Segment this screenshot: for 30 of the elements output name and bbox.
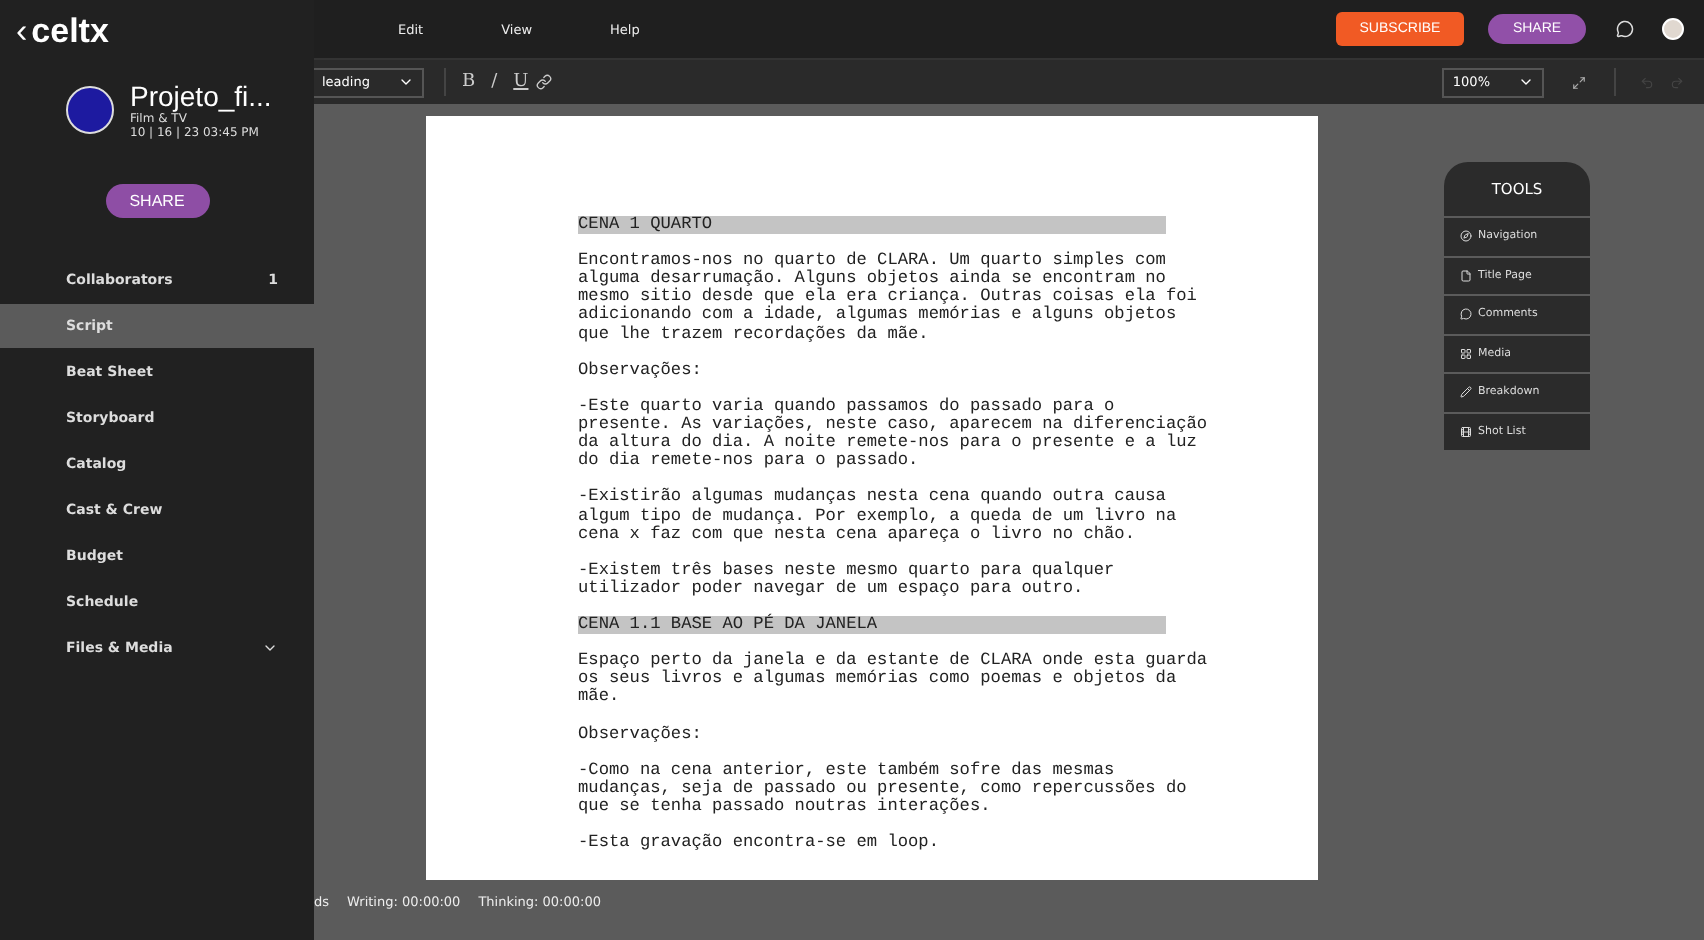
script-paragraph: Espaço perto da janela e da estante de CLARA onde esta guarda os seus livros e algumas memórias como poemas e objetos da mãe. bbox=[578, 652, 1210, 708]
media-icon bbox=[1460, 347, 1472, 360]
comment-icon[interactable] bbox=[1616, 20, 1634, 38]
user-avatar[interactable] bbox=[1662, 18, 1684, 40]
chevron-icon[interactable] bbox=[262, 640, 278, 656]
link-icon[interactable] bbox=[536, 74, 553, 90]
scene-heading: CENA 1 QUARTO bbox=[578, 216, 1166, 235]
script-paragraph: -Como na cena anterior, este também sofre das mesmas mudanças, seja de passado ou presente, como repercussões do que se tenha passado noutras interações. bbox=[578, 761, 1189, 817]
format-button[interactable]: B bbox=[461, 72, 476, 92]
script-paragraph: -Esta gravação encontra-se em loop. bbox=[578, 834, 941, 853]
expand-icon[interactable] bbox=[1572, 75, 1586, 89]
navigation-icon bbox=[1460, 230, 1472, 243]
share-button[interactable]: SHARE bbox=[105, 184, 209, 218]
logo: celtx bbox=[31, 12, 109, 52]
project-avatar bbox=[66, 86, 114, 134]
script-paragraph: Encontramos-nos no quarto de CLARA. Um quarto simples com alguma desarrumação. Alguns objetos ainda se encontram no mesmo sitio desde que ela era criança. Outras coisas ela foi adicionando com a idade, algumas memórias e alguns objetos que lhe trazem recordações da mãe. bbox=[578, 252, 1199, 344]
script-paragraph: -Existem três bases neste mesmo quarto para qualquer utilizador poder navegar de um espaço para outro. bbox=[578, 561, 1117, 598]
format-button[interactable]: U bbox=[513, 72, 529, 92]
scene-heading: CENA 1.1 BASE AO PÉ DA JANELA bbox=[578, 616, 1166, 635]
script-paragraph: Observações: bbox=[578, 725, 704, 744]
chevron-icon[interactable] bbox=[1518, 74, 1534, 90]
project-title: Projeto_fi... bbox=[130, 80, 272, 112]
comments-icon bbox=[1460, 308, 1472, 321]
script-paragraph: -Existirão algumas mudanças nesta cena quando outra causa algum tipo de mudança. Por exemplo, a queda de um livro na cena x faz com que nesta cena apareça o livro no chão. bbox=[578, 488, 1179, 544]
script-paragraph: -Este quarto varia quando passamos do passado para o presente. As variações, neste caso, aparecem na diferenciação da altura do dia. A noite remete-nos para o presente e a luz do dia remete-nos para o passado. bbox=[578, 397, 1210, 471]
format-button[interactable]: / bbox=[491, 72, 498, 92]
chevron-icon[interactable] bbox=[397, 74, 414, 90]
breakdown-icon bbox=[1460, 386, 1472, 399]
back-link[interactable]: ‹ bbox=[16, 12, 28, 52]
script-paragraph: Observações: bbox=[578, 361, 704, 380]
